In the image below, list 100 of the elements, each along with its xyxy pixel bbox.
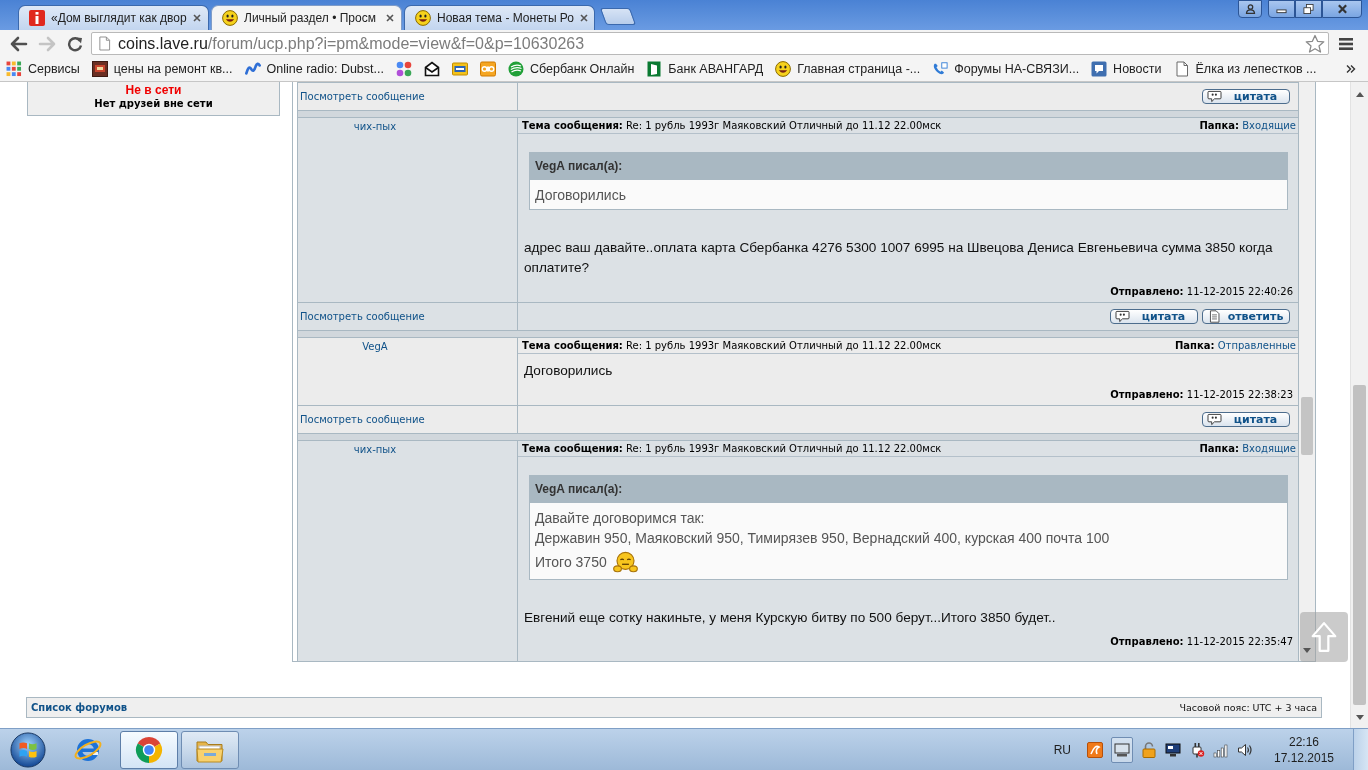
quote-button[interactable]: цитата <box>1110 309 1199 324</box>
page-icon <box>1173 61 1190 77</box>
scrollbar-thumb[interactable] <box>1353 385 1366 705</box>
page-scrollbar[interactable] <box>1350 82 1368 728</box>
quote-button[interactable]: цитата <box>1202 412 1291 427</box>
tray-button[interactable] <box>1111 736 1133 763</box>
message-text: Договорились <box>523 362 614 380</box>
phone-icon <box>932 61 949 77</box>
windows-logo-icon <box>10 731 46 768</box>
sent-label: Отправлено: <box>1110 389 1184 400</box>
browser-tab[interactable]: Личный раздел • Просм <box>211 5 402 30</box>
envelope-icon <box>423 61 440 77</box>
sent-label: Отправлено: <box>1110 286 1184 297</box>
author-name[interactable]: чих-пых <box>298 118 452 132</box>
sent-time: 11-12-2015 22:40:26 <box>1186 286 1294 297</box>
author-name[interactable]: VegA <box>298 338 452 352</box>
bookmark-item[interactable]: Ёлка из лепестков ... <box>1173 61 1317 77</box>
message-text: адрес ваш давайте..оплата карта Сбербанка 4276 5300 1007 6995 на Швецова Дениса Евгеньевича сумма 3850 когда оплатите? <box>523 239 1274 277</box>
close-icon[interactable] <box>580 14 589 22</box>
view-message-link[interactable]: Посмотреть сообщение <box>298 91 425 102</box>
document-icon <box>1207 310 1223 323</box>
quote-text: Итого 3750 <box>535 552 607 572</box>
signal-icon[interactable] <box>1213 741 1229 758</box>
wave-icon <box>244 61 261 77</box>
sent-time: 11-12-2015 22:35:47 <box>1186 636 1294 647</box>
forum-list-link[interactable]: Список форумов <box>31 702 128 713</box>
speech-bubble-icon <box>1207 413 1223 426</box>
close-icon[interactable] <box>386 14 394 22</box>
sent-time: 11-12-2015 22:38:23 <box>1186 389 1294 400</box>
smiley-icon <box>222 10 238 26</box>
door-icon <box>646 61 663 77</box>
language-indicator[interactable]: RU <box>1053 742 1071 757</box>
star-icon[interactable] <box>1305 33 1325 54</box>
quote-text: Давайте договоримся так: <box>535 509 705 528</box>
restore-icon <box>1303 4 1314 14</box>
profile-button[interactable] <box>1238 0 1262 18</box>
folder-link[interactable]: Входящие <box>1242 120 1297 131</box>
restore-button[interactable] <box>1295 0 1322 18</box>
friends-note: Нет друзей вне сети <box>94 97 213 111</box>
padlock-icon[interactable] <box>1141 741 1157 758</box>
bookmark-item[interactable]: Форумы НА-СВЯЗИ... <box>932 61 1080 77</box>
speaker-icon[interactable] <box>1237 741 1253 758</box>
tv-logo-icon <box>451 61 468 77</box>
folder-link[interactable]: Входящие <box>1242 443 1297 454</box>
author-name[interactable]: чих-пых <box>298 441 452 455</box>
smiley-icon <box>775 61 792 77</box>
offline-status-label: Не в сети <box>125 83 182 97</box>
reload-icon[interactable] <box>66 35 84 52</box>
sent-label: Отправлено: <box>1110 636 1184 647</box>
alert-icon <box>29 10 45 26</box>
quote-button[interactable]: цитата <box>1202 89 1291 104</box>
picture-icon <box>91 61 108 77</box>
tv-logo-icon <box>479 61 496 77</box>
bookmark-item[interactable] <box>423 61 440 77</box>
browser-logo-icon <box>134 734 164 765</box>
bookmark-item[interactable]: Сервисы <box>6 61 80 77</box>
close-icon <box>1336 4 1348 14</box>
dots-icon <box>395 61 412 77</box>
browser-tab[interactable]: Новая тема - Монеты Ро <box>404 5 595 30</box>
monitor-icon <box>1114 741 1130 758</box>
scroll-up-arrow-icon[interactable] <box>1355 92 1364 97</box>
chevron-icon[interactable] <box>1346 64 1356 74</box>
bookmark-item[interactable]: Сбербанк Онлайн <box>507 61 635 77</box>
message-subject: Тема сообщения: Re: 1 рубль 1993г Маяковский Отличный до 11.12 22.00мск <box>522 443 942 454</box>
close-icon[interactable] <box>193 14 201 22</box>
page-icon <box>98 36 111 51</box>
bookmark-item[interactable]: Банк АВАНГАРД <box>646 61 764 77</box>
view-message-link[interactable]: Посмотреть сообщение <box>298 414 425 425</box>
scrollbar[interactable] <box>1299 82 1315 661</box>
scroll-down-arrow-icon[interactable] <box>1303 648 1311 653</box>
clock-button[interactable]: 22:16 17.12.2015 <box>1265 733 1343 766</box>
menu-icon[interactable] <box>1338 36 1354 51</box>
apps-grid-icon <box>6 61 22 77</box>
reply-button[interactable]: ответить <box>1202 309 1291 324</box>
folder-label: Папка: <box>1199 443 1239 454</box>
taskbar-app-button[interactable] <box>120 730 178 769</box>
minimize-button[interactable] <box>1268 0 1295 18</box>
power-plug-icon[interactable] <box>1189 741 1205 758</box>
bookmark-item[interactable]: Главная страница -... <box>775 61 921 77</box>
quote-header: VegA писал(а): <box>530 476 1288 503</box>
folder-label: Папка: <box>1175 340 1215 351</box>
folder-link[interactable]: Отправленные <box>1217 340 1297 351</box>
address-field[interactable]: coins.lave.ru/forum/ucp.php?i=pm&mode=view&f=0&p=10630263 <box>91 32 1329 55</box>
scrollbar-thumb[interactable] <box>1301 397 1313 455</box>
tile-icon[interactable] <box>1087 741 1103 758</box>
message-text: Евгений еще сотку накиньте, у меня Курскую битву по 500 берут...Итого 3850 будет.. <box>523 609 1057 627</box>
person-icon <box>1244 4 1256 14</box>
folder-label: Папка: <box>1199 120 1239 131</box>
display-icon[interactable] <box>1165 741 1181 758</box>
browser-tab[interactable]: «Дом выглядит как двор <box>18 5 209 30</box>
taskbar-app-button[interactable] <box>181 730 239 769</box>
bookmark-item[interactable]: Online radio: Dubst... <box>244 61 384 77</box>
smiley-icon <box>415 10 431 26</box>
quote-header: VegA писал(а): <box>530 153 1288 180</box>
bookmark-item[interactable]: Новости <box>1091 61 1162 77</box>
back-arrow-icon[interactable] <box>10 35 28 52</box>
scroll-down-arrow-icon[interactable] <box>1355 715 1364 720</box>
close-window-button[interactable] <box>1322 0 1362 18</box>
bookmark-item[interactable]: цены на ремонт кв... <box>91 61 233 77</box>
view-message-link[interactable]: Посмотреть сообщение <box>298 311 425 322</box>
